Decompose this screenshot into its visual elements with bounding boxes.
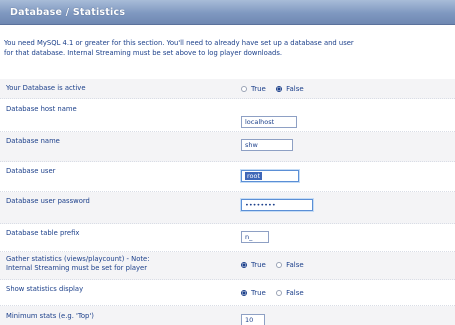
database-statistics-panel: Database / Statistics You need MySQL 4.1… xyxy=(0,0,455,325)
database-active-label: Your Database is active xyxy=(6,84,86,92)
setting-row-database-active: Your Database is active True False xyxy=(0,79,455,99)
database-host-input[interactable]: localhost xyxy=(241,116,297,128)
show-statistics-false-label: False xyxy=(286,289,304,297)
notice-line-2: for that database. Internal Streaming mu… xyxy=(4,49,283,57)
database-active-true-option[interactable]: True xyxy=(241,85,266,93)
minimum-stats-input[interactable]: 10 xyxy=(241,314,265,325)
database-user-input[interactable]: root xyxy=(241,170,299,182)
gather-statistics-false-option[interactable]: False xyxy=(276,261,304,269)
show-statistics-false-option[interactable]: False xyxy=(276,289,304,297)
setting-row-table-prefix: Database table prefix n_ xyxy=(0,224,455,252)
setting-row-minimum-stats: Minimum stats (e.g. 'Top') 10 xyxy=(0,306,455,325)
radio-unchecked-icon[interactable] xyxy=(241,86,247,92)
database-active-radio-group: True False xyxy=(241,85,312,93)
radio-checked-icon[interactable] xyxy=(276,86,283,92)
panel-title: Database / Statistics xyxy=(10,7,126,18)
minimum-stats-label: Minimum stats (e.g. 'Top') xyxy=(6,312,94,320)
setting-row-database-name: Database name shw xyxy=(0,132,455,162)
setting-row-show-statistics: Show statistics display True False xyxy=(0,280,455,306)
database-active-false-label: False xyxy=(286,85,304,93)
database-name-label: Database name xyxy=(6,137,60,145)
setting-row-database-host: Database host name localhost xyxy=(0,99,455,132)
database-user-value: root xyxy=(245,172,263,180)
gather-statistics-true-label: True xyxy=(251,261,266,269)
radio-unchecked-icon[interactable] xyxy=(276,290,283,296)
gather-statistics-true-option[interactable]: True xyxy=(241,261,266,269)
database-name-input[interactable]: shw xyxy=(241,139,293,151)
gather-statistics-label-line-2: Internal Streaming must be set for playe… xyxy=(6,264,147,272)
requirements-notice: You need MySQL 4.1 or greater for this s… xyxy=(4,38,452,58)
notice-line-1: You need MySQL 4.1 or greater for this s… xyxy=(4,39,354,47)
gather-statistics-false-label: False xyxy=(286,261,304,269)
show-statistics-true-option[interactable]: True xyxy=(241,289,266,297)
show-statistics-true-label: True xyxy=(251,289,266,297)
setting-row-database-password: Database user password •••••••• xyxy=(0,192,455,224)
gather-statistics-label-line-1: Gather statistics (views/playcount) - No… xyxy=(6,255,150,263)
database-password-input[interactable]: •••••••• xyxy=(241,199,313,211)
setting-row-gather-statistics: Gather statistics (views/playcount) - No… xyxy=(0,252,455,280)
panel-header: Database / Statistics xyxy=(0,0,455,25)
database-active-true-label: True xyxy=(251,85,266,93)
database-user-label: Database user xyxy=(6,167,56,175)
radio-unchecked-icon[interactable] xyxy=(276,262,283,268)
table-prefix-label: Database table prefix xyxy=(6,229,80,237)
radio-checked-icon[interactable] xyxy=(241,290,247,296)
radio-checked-icon[interactable] xyxy=(241,262,247,268)
database-host-label: Database host name xyxy=(6,105,77,113)
show-statistics-label: Show statistics display xyxy=(6,285,84,293)
gather-statistics-radio-group: True False xyxy=(241,261,312,269)
table-prefix-input[interactable]: n_ xyxy=(241,231,269,243)
setting-row-database-user: Database user root xyxy=(0,162,455,192)
database-password-label: Database user password xyxy=(6,197,90,205)
show-statistics-radio-group: True False xyxy=(241,289,312,297)
database-active-false-option[interactable]: False xyxy=(276,85,304,93)
